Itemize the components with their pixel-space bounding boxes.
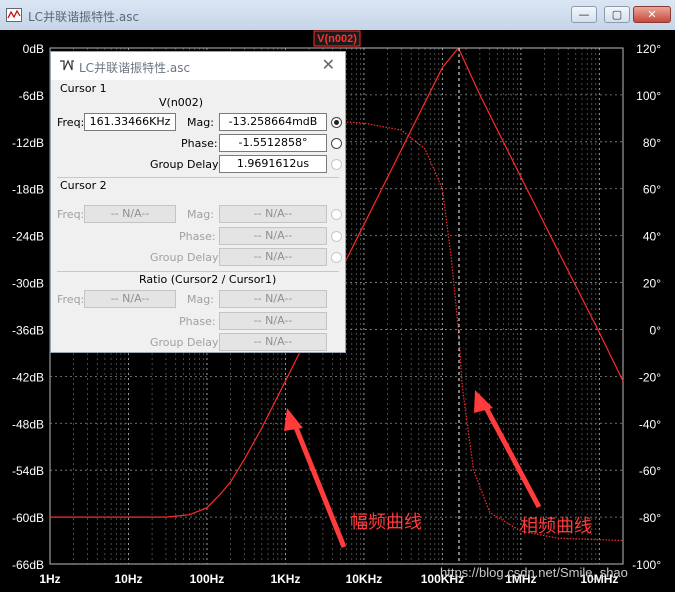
cursor-dialog-titlebar[interactable]: LC并联谐振特性.asc ✕ xyxy=(51,52,345,80)
app-window: LC并联谐振特性.asc — ▢ ✕ 0dB -6dB -12dB -18dB -24d… xyxy=(0,0,675,592)
minimize-icon: — xyxy=(578,8,590,21)
cursor1-phase-label: Phase: xyxy=(181,137,218,150)
right-axis-tick: 20° xyxy=(643,277,661,291)
right-axis-tick: 80° xyxy=(643,136,661,150)
ratio-mag-field[interactable]: -- N/A-- xyxy=(219,290,327,308)
ratio-header: Ratio (Cursor2 / Cursor1) xyxy=(139,273,277,286)
right-axis-tick: 60° xyxy=(643,183,661,197)
cursor2-separator xyxy=(57,177,339,178)
x-axis-tick: 100Hz xyxy=(190,572,225,586)
phase-annotation: 相频曲线 xyxy=(520,516,592,536)
cursor1-gd-label: Group Delay: xyxy=(150,158,222,171)
cursor-dialog-title: LC并联谐振特性.asc xyxy=(79,61,191,75)
left-axis-tick: -54dB xyxy=(12,464,44,478)
cursor2-gd-radio[interactable] xyxy=(331,252,342,263)
ratio-gd-field[interactable]: -- N/A-- xyxy=(219,333,327,351)
right-axis-tick: 100° xyxy=(636,89,661,103)
ratio-gd-label: Group Delay: xyxy=(150,336,222,349)
right-axis-tick: -100° xyxy=(632,558,661,572)
waveform-app-icon xyxy=(6,8,22,22)
cursor1-freq-field[interactable]: 161.33466KHz xyxy=(84,113,176,131)
cursor2-gd-label: Group Delay: xyxy=(150,251,222,264)
close-button[interactable]: ✕ xyxy=(633,6,671,23)
left-axis-tick: 0dB xyxy=(23,42,44,56)
ratio-freq-label: Freq: xyxy=(57,293,85,306)
left-axis-tick: -36dB xyxy=(12,323,44,337)
right-axis-tick: 40° xyxy=(643,230,661,244)
cursor1-mag-field[interactable]: -13.258664mdB xyxy=(219,113,327,131)
left-axis-tick: -6dB xyxy=(19,89,44,103)
cursor2-phase-field[interactable]: -- N/A-- xyxy=(219,227,327,245)
cursor-dialog[interactable]: LC并联谐振特性.asc ✕ Cursor 1 V(n002) Freq: 16… xyxy=(50,51,346,353)
mag-annotation: 幅频曲线 xyxy=(350,512,422,532)
cursor2-header: Cursor 2 xyxy=(60,179,107,192)
cursor1-phase-radio[interactable] xyxy=(331,138,342,149)
right-axis-tick: -80° xyxy=(639,511,661,525)
window-title: LC并联谐振特性.asc xyxy=(28,10,140,24)
cursor2-freq-label: Freq: xyxy=(57,208,85,221)
left-axis-tick: -60dB xyxy=(12,511,44,525)
cursor2-gd-field[interactable]: -- N/A-- xyxy=(219,248,327,266)
ratio-phase-field[interactable]: -- N/A-- xyxy=(219,312,327,330)
left-axis-tick: -24dB xyxy=(12,230,44,244)
trace-label: V(n002) xyxy=(317,33,357,45)
x-axis-tick: 10KHz xyxy=(346,572,383,586)
right-axis-tick: -40° xyxy=(639,417,661,431)
cursor1-trace: V(n002) xyxy=(159,96,204,109)
cursor2-mag-radio[interactable] xyxy=(331,209,342,220)
cursor2-freq-field[interactable]: -- N/A-- xyxy=(84,205,176,223)
watermark-text: https://blog.csdn.net/Smile_shao xyxy=(440,565,628,580)
minimize-button[interactable]: — xyxy=(571,6,597,23)
ratio-mag-label: Mag: xyxy=(187,293,214,306)
x-axis-tick: 10Hz xyxy=(114,572,142,586)
cursor1-mag-radio[interactable] xyxy=(331,117,342,128)
probe-icon xyxy=(60,59,74,71)
left-axis-tick: -18dB xyxy=(12,183,44,197)
cursor1-header: Cursor 1 xyxy=(60,82,107,95)
left-axis-tick: -48dB xyxy=(12,417,44,431)
mag-annotation-arrow xyxy=(284,408,347,548)
right-axis-tick: -20° xyxy=(639,370,661,384)
ratio-phase-label: Phase: xyxy=(179,315,216,328)
close-icon: ✕ xyxy=(647,8,657,21)
right-axis-tick: -60° xyxy=(639,464,661,478)
left-axis-tick: -12dB xyxy=(12,136,44,150)
cursor2-mag-field[interactable]: -- N/A-- xyxy=(219,205,327,223)
left-axis-tick: -66dB xyxy=(12,558,44,572)
ratio-separator xyxy=(57,271,339,272)
right-axis-tick: 0° xyxy=(650,323,662,337)
title-bar[interactable]: LC并联谐振特性.asc — ▢ ✕ xyxy=(0,0,675,30)
cursor-dialog-close-icon[interactable]: ✕ xyxy=(322,55,335,74)
ratio-freq-field[interactable]: -- N/A-- xyxy=(84,290,176,308)
maximize-icon: ▢ xyxy=(611,8,623,21)
right-axis-tick: 120° xyxy=(636,42,661,56)
cursor1-phase-field[interactable]: -1.5512858° xyxy=(219,134,327,152)
maximize-button[interactable]: ▢ xyxy=(604,6,630,23)
x-axis-tick: 1KHz xyxy=(270,572,300,586)
right-axis-ticks: 120° 100° 80° 60° 40° 20° 0° -20° -40° -60° -80° -1… xyxy=(632,42,661,572)
left-axis-tick: -30dB xyxy=(12,277,44,291)
cursor2-phase-radio[interactable] xyxy=(331,231,342,242)
cursor-dialog-body: Cursor 1 V(n002) Freq: 161.33466KHz Mag:… xyxy=(51,80,345,352)
cursor1-gd-field[interactable]: 1.9691612us xyxy=(219,155,327,173)
left-axis-ticks: 0dB -6dB -12dB -18dB -24dB -30dB -36dB -42dB -48… xyxy=(12,42,44,572)
cursor1-mag-label: Mag: xyxy=(187,116,214,129)
cursor2-phase-label: Phase: xyxy=(179,230,216,243)
cursor2-mag-label: Mag: xyxy=(187,208,214,221)
left-axis-tick: -42dB xyxy=(12,370,44,384)
x-axis-tick: 1Hz xyxy=(39,572,60,586)
phase-annotation-arrow xyxy=(474,390,542,509)
cursor1-freq-label: Freq: xyxy=(57,116,85,129)
cursor1-gd-radio[interactable] xyxy=(331,159,342,170)
